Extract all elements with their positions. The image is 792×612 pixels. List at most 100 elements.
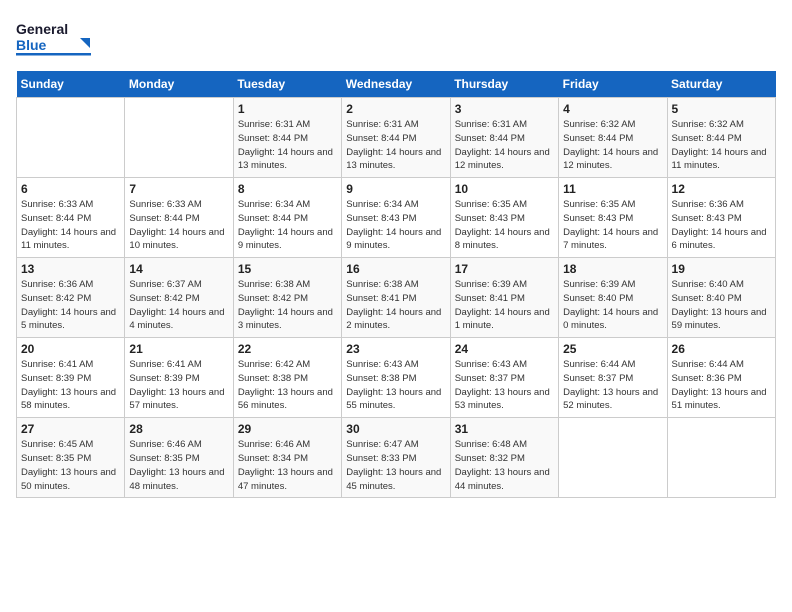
day-number: 29 (238, 422, 337, 436)
day-number: 14 (129, 262, 228, 276)
header-row: SundayMondayTuesdayWednesdayThursdayFrid… (17, 71, 776, 98)
cell-info: Sunrise: 6:44 AMSunset: 8:36 PMDaylight:… (672, 358, 771, 413)
header-day-thursday: Thursday (450, 71, 558, 98)
cell-info: Sunrise: 6:40 AMSunset: 8:40 PMDaylight:… (672, 278, 771, 333)
cell-info: Sunrise: 6:34 AMSunset: 8:44 PMDaylight:… (238, 198, 337, 253)
cell-info: Sunrise: 6:31 AMSunset: 8:44 PMDaylight:… (346, 118, 445, 173)
week-row-4: 20 Sunrise: 6:41 AMSunset: 8:39 PMDaylig… (17, 338, 776, 418)
calendar-cell: 10 Sunrise: 6:35 AMSunset: 8:43 PMDaylig… (450, 178, 558, 258)
cell-info: Sunrise: 6:33 AMSunset: 8:44 PMDaylight:… (129, 198, 228, 253)
calendar-cell: 24 Sunrise: 6:43 AMSunset: 8:37 PMDaylig… (450, 338, 558, 418)
cell-info: Sunrise: 6:41 AMSunset: 8:39 PMDaylight:… (21, 358, 120, 413)
cell-info: Sunrise: 6:37 AMSunset: 8:42 PMDaylight:… (129, 278, 228, 333)
cell-info: Sunrise: 6:38 AMSunset: 8:42 PMDaylight:… (238, 278, 337, 333)
calendar-cell: 6 Sunrise: 6:33 AMSunset: 8:44 PMDayligh… (17, 178, 125, 258)
cell-info: Sunrise: 6:31 AMSunset: 8:44 PMDaylight:… (238, 118, 337, 173)
calendar-cell: 27 Sunrise: 6:45 AMSunset: 8:35 PMDaylig… (17, 418, 125, 498)
day-number: 21 (129, 342, 228, 356)
calendar-cell: 4 Sunrise: 6:32 AMSunset: 8:44 PMDayligh… (559, 98, 667, 178)
calendar-cell: 15 Sunrise: 6:38 AMSunset: 8:42 PMDaylig… (233, 258, 341, 338)
week-row-3: 13 Sunrise: 6:36 AMSunset: 8:42 PMDaylig… (17, 258, 776, 338)
cell-info: Sunrise: 6:43 AMSunset: 8:37 PMDaylight:… (455, 358, 554, 413)
logo: General Blue (16, 16, 96, 61)
calendar-cell: 28 Sunrise: 6:46 AMSunset: 8:35 PMDaylig… (125, 418, 233, 498)
day-number: 27 (21, 422, 120, 436)
calendar-cell: 23 Sunrise: 6:43 AMSunset: 8:38 PMDaylig… (342, 338, 450, 418)
calendar-cell: 13 Sunrise: 6:36 AMSunset: 8:42 PMDaylig… (17, 258, 125, 338)
day-number: 16 (346, 262, 445, 276)
day-number: 5 (672, 102, 771, 116)
header-day-saturday: Saturday (667, 71, 775, 98)
cell-info: Sunrise: 6:32 AMSunset: 8:44 PMDaylight:… (563, 118, 662, 173)
day-number: 15 (238, 262, 337, 276)
calendar-cell: 29 Sunrise: 6:46 AMSunset: 8:34 PMDaylig… (233, 418, 341, 498)
logo-icon: General Blue (16, 16, 96, 56)
calendar-cell: 9 Sunrise: 6:34 AMSunset: 8:43 PMDayligh… (342, 178, 450, 258)
calendar-cell: 20 Sunrise: 6:41 AMSunset: 8:39 PMDaylig… (17, 338, 125, 418)
day-number: 4 (563, 102, 662, 116)
cell-info: Sunrise: 6:36 AMSunset: 8:43 PMDaylight:… (672, 198, 771, 253)
header-day-sunday: Sunday (17, 71, 125, 98)
calendar-cell: 5 Sunrise: 6:32 AMSunset: 8:44 PMDayligh… (667, 98, 775, 178)
calendar-body: 1 Sunrise: 6:31 AMSunset: 8:44 PMDayligh… (17, 98, 776, 498)
cell-info: Sunrise: 6:34 AMSunset: 8:43 PMDaylight:… (346, 198, 445, 253)
day-number: 22 (238, 342, 337, 356)
day-number: 11 (563, 182, 662, 196)
calendar-cell: 11 Sunrise: 6:35 AMSunset: 8:43 PMDaylig… (559, 178, 667, 258)
cell-info: Sunrise: 6:36 AMSunset: 8:42 PMDaylight:… (21, 278, 120, 333)
day-number: 18 (563, 262, 662, 276)
calendar-cell: 8 Sunrise: 6:34 AMSunset: 8:44 PMDayligh… (233, 178, 341, 258)
calendar-cell: 18 Sunrise: 6:39 AMSunset: 8:40 PMDaylig… (559, 258, 667, 338)
calendar-cell (559, 418, 667, 498)
day-number: 2 (346, 102, 445, 116)
page-header: General Blue (16, 16, 776, 61)
calendar-cell: 16 Sunrise: 6:38 AMSunset: 8:41 PMDaylig… (342, 258, 450, 338)
cell-info: Sunrise: 6:46 AMSunset: 8:35 PMDaylight:… (129, 438, 228, 493)
cell-info: Sunrise: 6:47 AMSunset: 8:33 PMDaylight:… (346, 438, 445, 493)
cell-info: Sunrise: 6:32 AMSunset: 8:44 PMDaylight:… (672, 118, 771, 173)
day-number: 30 (346, 422, 445, 436)
cell-info: Sunrise: 6:41 AMSunset: 8:39 PMDaylight:… (129, 358, 228, 413)
day-number: 19 (672, 262, 771, 276)
calendar-cell (125, 98, 233, 178)
day-number: 1 (238, 102, 337, 116)
calendar-cell (17, 98, 125, 178)
cell-info: Sunrise: 6:38 AMSunset: 8:41 PMDaylight:… (346, 278, 445, 333)
calendar-cell: 25 Sunrise: 6:44 AMSunset: 8:37 PMDaylig… (559, 338, 667, 418)
cell-info: Sunrise: 6:43 AMSunset: 8:38 PMDaylight:… (346, 358, 445, 413)
cell-info: Sunrise: 6:31 AMSunset: 8:44 PMDaylight:… (455, 118, 554, 173)
calendar-cell: 22 Sunrise: 6:42 AMSunset: 8:38 PMDaylig… (233, 338, 341, 418)
cell-info: Sunrise: 6:45 AMSunset: 8:35 PMDaylight:… (21, 438, 120, 493)
day-number: 25 (563, 342, 662, 356)
calendar-cell: 19 Sunrise: 6:40 AMSunset: 8:40 PMDaylig… (667, 258, 775, 338)
calendar-cell: 12 Sunrise: 6:36 AMSunset: 8:43 PMDaylig… (667, 178, 775, 258)
cell-info: Sunrise: 6:46 AMSunset: 8:34 PMDaylight:… (238, 438, 337, 493)
week-row-1: 1 Sunrise: 6:31 AMSunset: 8:44 PMDayligh… (17, 98, 776, 178)
day-number: 31 (455, 422, 554, 436)
calendar-cell: 21 Sunrise: 6:41 AMSunset: 8:39 PMDaylig… (125, 338, 233, 418)
calendar-cell (667, 418, 775, 498)
day-number: 6 (21, 182, 120, 196)
day-number: 3 (455, 102, 554, 116)
day-number: 13 (21, 262, 120, 276)
header-day-wednesday: Wednesday (342, 71, 450, 98)
header-day-tuesday: Tuesday (233, 71, 341, 98)
cell-info: Sunrise: 6:33 AMSunset: 8:44 PMDaylight:… (21, 198, 120, 253)
cell-info: Sunrise: 6:42 AMSunset: 8:38 PMDaylight:… (238, 358, 337, 413)
day-number: 26 (672, 342, 771, 356)
calendar-header: SundayMondayTuesdayWednesdayThursdayFrid… (17, 71, 776, 98)
calendar-cell: 30 Sunrise: 6:47 AMSunset: 8:33 PMDaylig… (342, 418, 450, 498)
day-number: 10 (455, 182, 554, 196)
calendar-cell: 1 Sunrise: 6:31 AMSunset: 8:44 PMDayligh… (233, 98, 341, 178)
day-number: 23 (346, 342, 445, 356)
calendar-cell: 7 Sunrise: 6:33 AMSunset: 8:44 PMDayligh… (125, 178, 233, 258)
day-number: 20 (21, 342, 120, 356)
cell-info: Sunrise: 6:39 AMSunset: 8:40 PMDaylight:… (563, 278, 662, 333)
week-row-5: 27 Sunrise: 6:45 AMSunset: 8:35 PMDaylig… (17, 418, 776, 498)
day-number: 8 (238, 182, 337, 196)
day-number: 9 (346, 182, 445, 196)
calendar-cell: 26 Sunrise: 6:44 AMSunset: 8:36 PMDaylig… (667, 338, 775, 418)
calendar-cell: 31 Sunrise: 6:48 AMSunset: 8:32 PMDaylig… (450, 418, 558, 498)
day-number: 12 (672, 182, 771, 196)
header-day-monday: Monday (125, 71, 233, 98)
